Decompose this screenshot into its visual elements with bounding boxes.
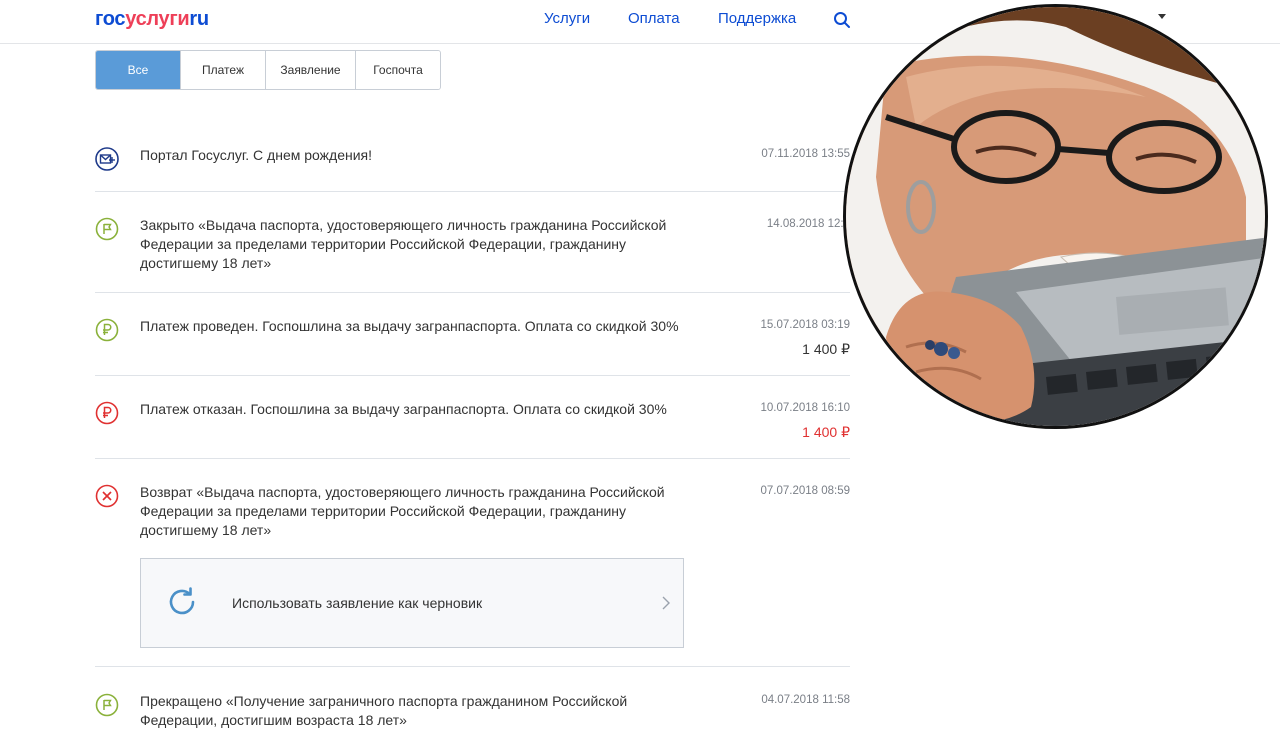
logo-part-ru: ru xyxy=(189,8,209,30)
tab-payment[interactable]: Платеж xyxy=(181,51,266,89)
feed-item-text: Платеж проведен. Госпошлина за выдачу за… xyxy=(140,318,679,334)
flag-icon xyxy=(95,217,119,241)
user-menu-caret-icon[interactable] xyxy=(1158,14,1166,19)
chevron-right-icon xyxy=(662,596,670,610)
cancel-circle-icon xyxy=(95,484,119,508)
feed-item[interactable]: Платеж проведен. Госпошлина за выдачу за… xyxy=(95,317,850,362)
divider xyxy=(95,191,850,192)
divider xyxy=(95,292,850,293)
search-icon[interactable] xyxy=(833,11,851,29)
tab-application[interactable]: Заявление xyxy=(266,51,356,89)
feed-item[interactable]: Прекращено «Получение заграничного паспо… xyxy=(95,692,850,737)
mail-icon xyxy=(95,147,119,171)
use-as-draft-button[interactable]: Использовать заявление как черновик xyxy=(140,558,684,648)
feed-item-date: 07.07.2018 08:59 xyxy=(760,485,850,497)
divider xyxy=(95,375,850,376)
tab-gospochta[interactable]: Госпочта xyxy=(356,51,440,89)
nav-payment[interactable]: Оплата xyxy=(628,10,680,27)
flag-icon xyxy=(95,693,119,717)
meme-photo-overlay xyxy=(843,4,1268,429)
logo-part-uslugi: услуги xyxy=(125,8,190,30)
gosuslugi-logo[interactable]: госуслугиru xyxy=(95,8,209,31)
feed-item-text: Закрыто «Выдача паспорта, удостоверяющег… xyxy=(140,217,667,271)
feed-item-date: 15.07.2018 03:19 xyxy=(760,319,850,331)
feed-item-date: 14.08.2018 12:5 xyxy=(766,218,850,230)
feed-item-date: 04.07.2018 11:58 xyxy=(761,694,850,706)
ruble-success-icon xyxy=(95,318,119,342)
feed-item-date: 10.07.2018 16:10 xyxy=(760,402,850,414)
nav-services[interactable]: Услуги xyxy=(544,10,590,27)
feed-item-text: Возврат «Выдача паспорта, удостоверяющег… xyxy=(140,484,665,538)
feed-item[interactable]: Портал Госуслуг. С днем рождения! 07.11.… xyxy=(95,146,850,186)
feed-item-text: Прекращено «Получение заграничного паспо… xyxy=(140,693,628,728)
ruble-fail-icon xyxy=(95,401,119,425)
meme-photo xyxy=(846,7,1265,426)
feed-item[interactable]: Возврат «Выдача паспорта, удостоверяющег… xyxy=(95,483,850,543)
payment-amount: 1 400 ₽ xyxy=(802,424,850,440)
feed-item[interactable]: Платеж отказан. Госпошлина за выдачу заг… xyxy=(95,400,850,445)
feed-item-text: Портал Госуслуг. С днем рождения! xyxy=(140,147,373,163)
draft-label: Использовать заявление как черновик xyxy=(232,595,483,611)
nav-support[interactable]: Поддержка xyxy=(718,10,796,27)
tab-all[interactable]: Все xyxy=(96,51,181,89)
feed-item[interactable]: Закрыто «Выдача паспорта, удостоверяющег… xyxy=(95,216,850,276)
divider xyxy=(95,458,850,459)
divider xyxy=(95,666,850,667)
logo-part-gos: гос xyxy=(95,8,126,30)
filter-tabs: Все Платеж Заявление Госпочта xyxy=(95,50,441,90)
feed-item-date: 07.11.2018 13:55 xyxy=(761,148,850,160)
payment-amount: 1 400 ₽ xyxy=(802,341,850,357)
feed-item-text: Платеж отказан. Госпошлина за выдачу заг… xyxy=(140,401,667,417)
refresh-icon xyxy=(169,587,195,615)
